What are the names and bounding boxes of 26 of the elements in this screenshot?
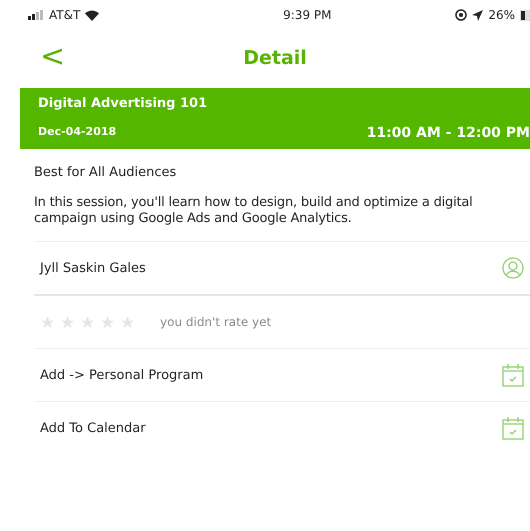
star-icon[interactable] [80, 314, 95, 330]
audience-text: Best for All Audiences [34, 164, 178, 182]
session-title: Digital Advertising 101 [38, 96, 208, 111]
rating-note: you didn't rate yet [160, 315, 272, 329]
signal-icon [28, 10, 44, 20]
user-icon[interactable] [502, 257, 524, 279]
session-time: 11:00 AM - 12:00 PM [366, 125, 530, 141]
speaker-name[interactable]: Jyll Saskin Gales [40, 260, 146, 276]
battery-percent: 26% [488, 8, 515, 22]
battery-icon [520, 10, 530, 20]
page-title: Detail [243, 47, 307, 69]
carrier-label: AT&T [49, 8, 80, 22]
session-date: Dec-04-2018 [38, 125, 116, 140]
star-icon[interactable] [40, 314, 55, 330]
calendar-check-icon[interactable] [502, 363, 524, 387]
calendar-check-icon[interactable] [502, 416, 524, 440]
star-icon[interactable] [60, 314, 75, 330]
wifi-icon [85, 10, 100, 20]
action-item[interactable]: Add To Calendar [40, 420, 146, 436]
clock-time: 9:39 PM [283, 8, 332, 22]
star-icon[interactable] [120, 314, 135, 330]
location-arrow-icon [472, 10, 484, 20]
action-item[interactable]: Add -> Personal Program [40, 368, 204, 382]
description-text: In this session, you'll learn how to design, build and optimize a digital campaign using Google Ads and Google Analytics. [34, 194, 474, 227]
lock-rotation-icon [455, 9, 468, 21]
star-icon[interactable] [100, 314, 115, 330]
